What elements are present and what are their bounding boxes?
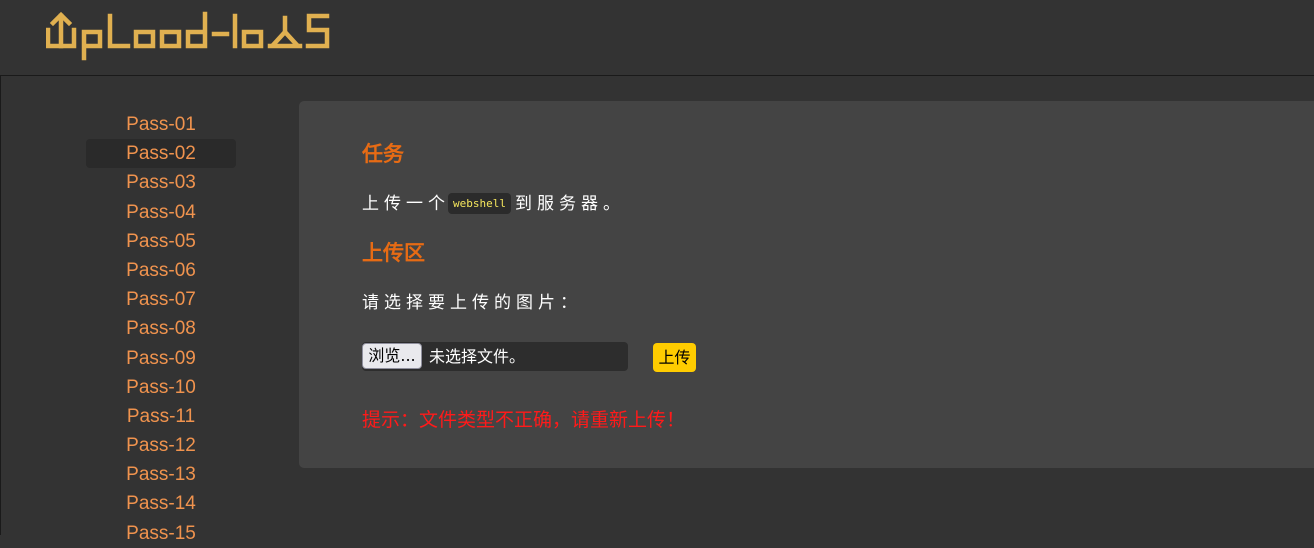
sidebar-item-pass-07[interactable]: Pass-07 — [86, 285, 236, 314]
top-bar — [0, 0, 1314, 76]
sidebar-item-pass-14[interactable]: Pass-14 — [86, 489, 236, 518]
sidebar-item-pass-03[interactable]: Pass-03 — [86, 168, 236, 197]
sidebar-item-pass-01[interactable]: Pass-01 — [86, 110, 236, 139]
upload-prompt: 请选择要上传的图片： — [362, 293, 582, 313]
main-area: Pass-01 Pass-02 Pass-03 Pass-04 Pass-05 … — [0, 76, 1314, 544]
content-panel: 任务 上传一个 webshell 到服务器。 上传区 请选择要上传的图片： 浏览..… — [299, 101, 1314, 468]
file-input[interactable]: 浏览... 未选择文件。 — [362, 342, 628, 371]
sidebar-item-pass-05[interactable]: Pass-05 — [86, 227, 236, 256]
sidebar-item-pass-04[interactable]: Pass-04 — [86, 198, 236, 227]
sidebar-item-pass-10[interactable]: Pass-10 — [86, 373, 236, 402]
sidebar-item-pass-15[interactable]: Pass-15 — [86, 519, 236, 548]
error-hint: 提示：文件类型不正确，请重新上传！ — [362, 409, 686, 431]
browse-button[interactable]: 浏览... — [362, 343, 422, 369]
file-status-text: 未选择文件。 — [429, 347, 526, 366]
sidebar-item-pass-11[interactable]: Pass-11 — [86, 402, 236, 431]
task-text-before: 上传一个 — [362, 194, 450, 214]
sidebar-item-pass-09[interactable]: Pass-09 — [86, 344, 236, 373]
task-text-after: 到服务器。 — [514, 194, 625, 214]
sidebar-item-pass-08[interactable]: Pass-08 — [86, 314, 236, 343]
upload-button[interactable]: 上传 — [653, 343, 696, 372]
webshell-code: webshell — [448, 193, 511, 214]
sidebar-item-pass-02[interactable]: Pass-02 — [86, 139, 236, 169]
sidebar-item-pass-12[interactable]: Pass-12 — [86, 431, 236, 460]
task-heading: 任务 — [362, 143, 404, 166]
sidebar: Pass-01 Pass-02 Pass-03 Pass-04 Pass-05 … — [86, 110, 236, 548]
upload-heading: 上传区 — [362, 242, 425, 265]
sidebar-item-pass-06[interactable]: Pass-06 — [86, 256, 236, 285]
task-description: 上传一个 webshell 到服务器。 — [362, 189, 625, 214]
upload-labs-logo[interactable] — [46, 10, 336, 62]
sidebar-item-pass-13[interactable]: Pass-13 — [86, 460, 236, 489]
